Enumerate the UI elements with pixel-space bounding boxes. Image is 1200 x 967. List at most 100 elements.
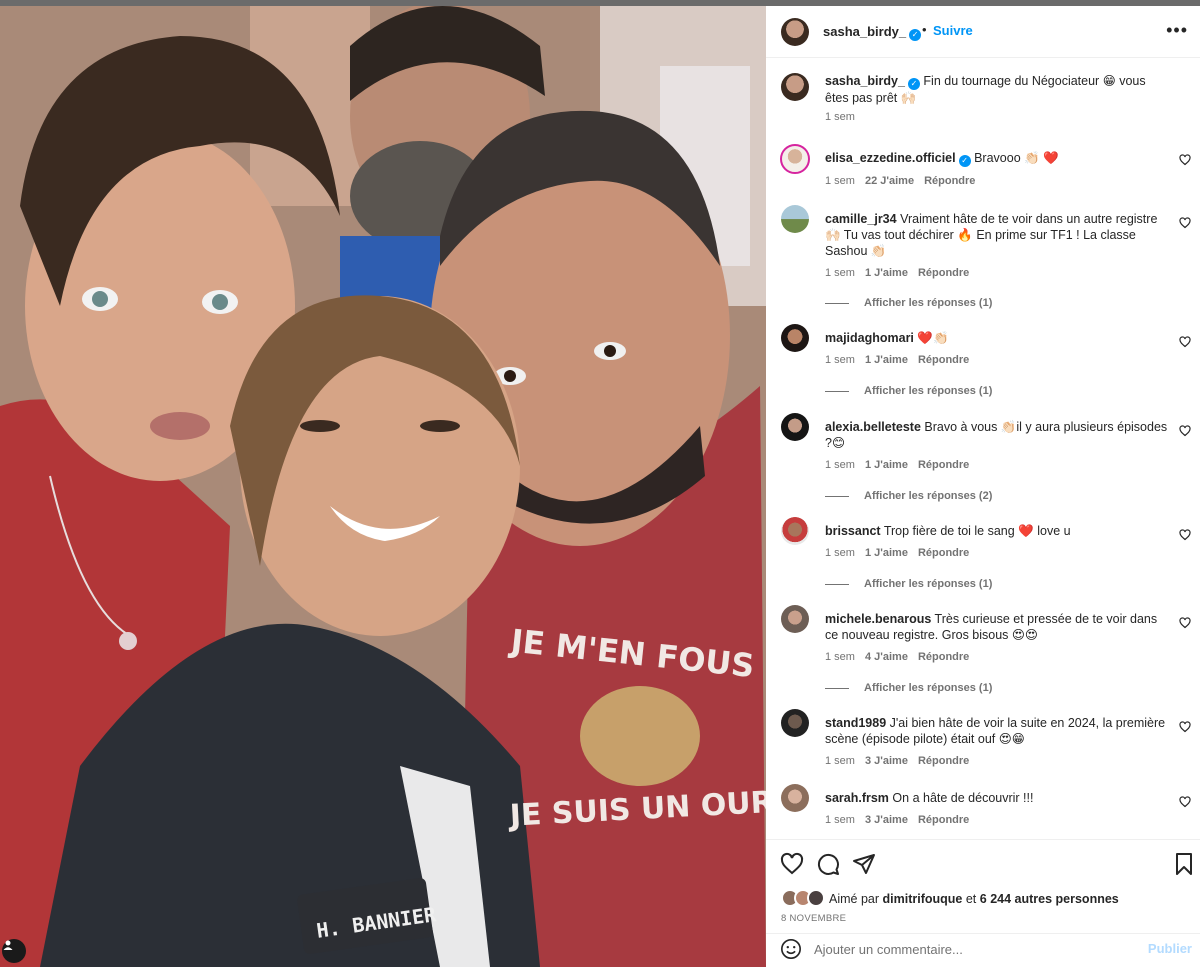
- commenter-avatar[interactable]: [781, 413, 809, 441]
- add-comment-row: Publier: [766, 933, 1200, 967]
- bookmark-icon[interactable]: [1172, 852, 1196, 876]
- commenter-avatar[interactable]: [781, 784, 809, 812]
- comment-time[interactable]: 1 sem: [825, 651, 855, 663]
- comment-text: elisa_ezzedine.officiel ✓ Bravooo 👏🏻 ❤️: [825, 151, 1059, 167]
- comment-meta: 1 sem 3 J'aime Répondre: [825, 814, 969, 826]
- comment-time[interactable]: 1 sem: [825, 755, 855, 767]
- author-avatar-small[interactable]: [781, 73, 809, 101]
- comment-text: alexia.belleteste Bravo à vous 👏🏻il y au…: [825, 420, 1168, 450]
- follow-button[interactable]: Suivre: [933, 23, 973, 38]
- commenter-avatar[interactable]: [781, 709, 809, 737]
- comment-meta: 1 sem 3 J'aime Répondre: [825, 755, 969, 767]
- heart-outline-icon[interactable]: [1179, 425, 1191, 437]
- reply-button[interactable]: Répondre: [918, 354, 969, 366]
- comment-likes[interactable]: 4 J'aime: [865, 651, 908, 663]
- post-header: sasha_birdy_ ✓ • Suivre •••: [766, 6, 1200, 58]
- reply-button[interactable]: Répondre: [924, 175, 975, 187]
- comment-text: sarah.frsm On a hâte de découvrir !!!: [825, 791, 1034, 805]
- liked-others-count[interactable]: 6 244 autres personnes: [980, 892, 1119, 906]
- comment-username[interactable]: elisa_ezzedine.officiel: [825, 151, 956, 165]
- verified-badge-icon: ✓: [909, 29, 922, 41]
- liked-by-label: Aimé par: [829, 892, 880, 906]
- comment-time[interactable]: 1 sem: [825, 459, 855, 471]
- post-side-panel: sasha_birdy_ ✓ • Suivre ••• sasha_birdy_ ✓…: [766, 6, 1200, 967]
- heart-outline-icon[interactable]: [1179, 617, 1191, 629]
- heart-outline-icon[interactable]: [1179, 217, 1191, 229]
- comment-meta: 1 sem 4 J'aime Répondre: [825, 651, 969, 663]
- selfie-illustration: JE M'EN FOUS JE SUIS UN OURS H. BANNIER: [0, 6, 766, 967]
- more-horizontal-icon[interactable]: •••: [1166, 18, 1188, 42]
- view-replies-button[interactable]: Afficher les réponses (1): [825, 682, 992, 694]
- comment-time[interactable]: 1 sem: [825, 267, 855, 279]
- comment-text: stand1989 J'ai bien hâte de voir la suit…: [825, 716, 1166, 746]
- comment-text: majidaghomari ❤️👏🏻: [825, 331, 949, 345]
- comment-username[interactable]: alexia.belleteste: [825, 420, 921, 434]
- commenter-avatar[interactable]: [781, 324, 809, 352]
- reply-button[interactable]: Répondre: [918, 459, 969, 471]
- author-avatar[interactable]: [781, 18, 809, 46]
- comment-text: camille_jr34 Vraiment hâte de te voir da…: [825, 212, 1158, 258]
- comment-likes[interactable]: 1 J'aime: [865, 267, 908, 279]
- caption-text: sasha_birdy_ ✓ Fin du tournage du Négocia…: [825, 74, 1146, 105]
- heart-outline-icon[interactable]: [1179, 796, 1191, 808]
- separator-dot: •: [922, 22, 927, 37]
- heart-outline-icon[interactable]: [1179, 529, 1191, 541]
- heart-outline-icon[interactable]: [1179, 721, 1191, 733]
- comment-meta: 1 sem 1 J'aime Répondre: [825, 354, 969, 366]
- comment-likes[interactable]: 3 J'aime: [865, 755, 908, 767]
- comment-username[interactable]: camille_jr34: [825, 212, 897, 226]
- comment-time[interactable]: 1 sem: [825, 814, 855, 826]
- author-username[interactable]: sasha_birdy_ ✓: [823, 24, 922, 41]
- commenter-avatar[interactable]: [780, 144, 810, 174]
- reply-button[interactable]: Répondre: [918, 651, 969, 663]
- comment-likes[interactable]: 1 J'aime: [865, 354, 908, 366]
- comment-username[interactable]: stand1989: [825, 716, 886, 730]
- view-replies-button[interactable]: Afficher les réponses (1): [825, 578, 992, 590]
- post-actions: Aimé par dimitrifouque et 6 244 autres p…: [766, 839, 1200, 967]
- comment-meta: 1 sem 22 J'aime Répondre: [825, 175, 975, 187]
- view-replies-button[interactable]: Afficher les réponses (1): [825, 385, 992, 397]
- comment-username[interactable]: brissanct: [825, 524, 881, 538]
- comments-list[interactable]: sasha_birdy_ ✓ Fin du tournage du Négocia…: [766, 59, 1200, 839]
- view-replies-button[interactable]: Afficher les réponses (1): [825, 297, 992, 309]
- comment-meta: 1 sem 1 J'aime Répondre: [825, 459, 969, 471]
- paper-plane-icon[interactable]: [852, 852, 876, 876]
- liker-avatars[interactable]: [781, 889, 827, 909]
- reply-button[interactable]: Répondre: [918, 267, 969, 279]
- smiley-icon[interactable]: [780, 938, 802, 960]
- post-photo[interactable]: JE M'EN FOUS JE SUIS UN OURS H. BANNIER: [0, 6, 766, 967]
- post-date[interactable]: 8 NOVEMBRE: [781, 913, 846, 924]
- comment-time[interactable]: 1 sem: [825, 547, 855, 559]
- comment-username[interactable]: majidaghomari: [825, 331, 914, 345]
- liked-and-label: et: [965, 892, 977, 906]
- caption-username[interactable]: sasha_birdy_: [825, 74, 905, 88]
- comment-likes[interactable]: 22 J'aime: [865, 175, 914, 187]
- comment-time[interactable]: 1 sem: [825, 354, 855, 366]
- reply-button[interactable]: Répondre: [918, 547, 969, 559]
- heart-outline-icon[interactable]: [780, 852, 804, 876]
- verified-badge-icon: ✓: [907, 78, 920, 90]
- comment-time[interactable]: 1 sem: [825, 175, 855, 187]
- reply-button[interactable]: Répondre: [918, 755, 969, 767]
- comment-likes[interactable]: 1 J'aime: [865, 459, 908, 471]
- caption-time[interactable]: 1 sem: [825, 111, 855, 123]
- comment-input[interactable]: [814, 937, 1134, 961]
- caption-meta: 1 sem: [825, 111, 855, 123]
- heart-outline-icon[interactable]: [1179, 154, 1191, 166]
- view-replies-button[interactable]: Afficher les réponses (2): [825, 490, 992, 502]
- liked-by-user[interactable]: dimitrifouque: [883, 892, 963, 906]
- comment-username[interactable]: sarah.frsm: [825, 791, 889, 805]
- comment-likes[interactable]: 1 J'aime: [865, 547, 908, 559]
- comment-meta: 1 sem 1 J'aime Répondre: [825, 267, 969, 279]
- commenter-avatar[interactable]: [781, 605, 809, 633]
- publish-button[interactable]: Publier: [1148, 941, 1192, 956]
- comment-likes[interactable]: 3 J'aime: [865, 814, 908, 826]
- comment-bubble-icon[interactable]: [816, 852, 840, 876]
- commenter-avatar[interactable]: [781, 205, 809, 233]
- comment-username[interactable]: michele.benarous: [825, 612, 931, 626]
- verified-badge-icon: ✓: [958, 155, 971, 167]
- commenter-avatar[interactable]: [781, 517, 809, 545]
- tagged-user-icon[interactable]: [2, 939, 26, 963]
- reply-button[interactable]: Répondre: [918, 814, 969, 826]
- heart-outline-icon[interactable]: [1179, 336, 1191, 348]
